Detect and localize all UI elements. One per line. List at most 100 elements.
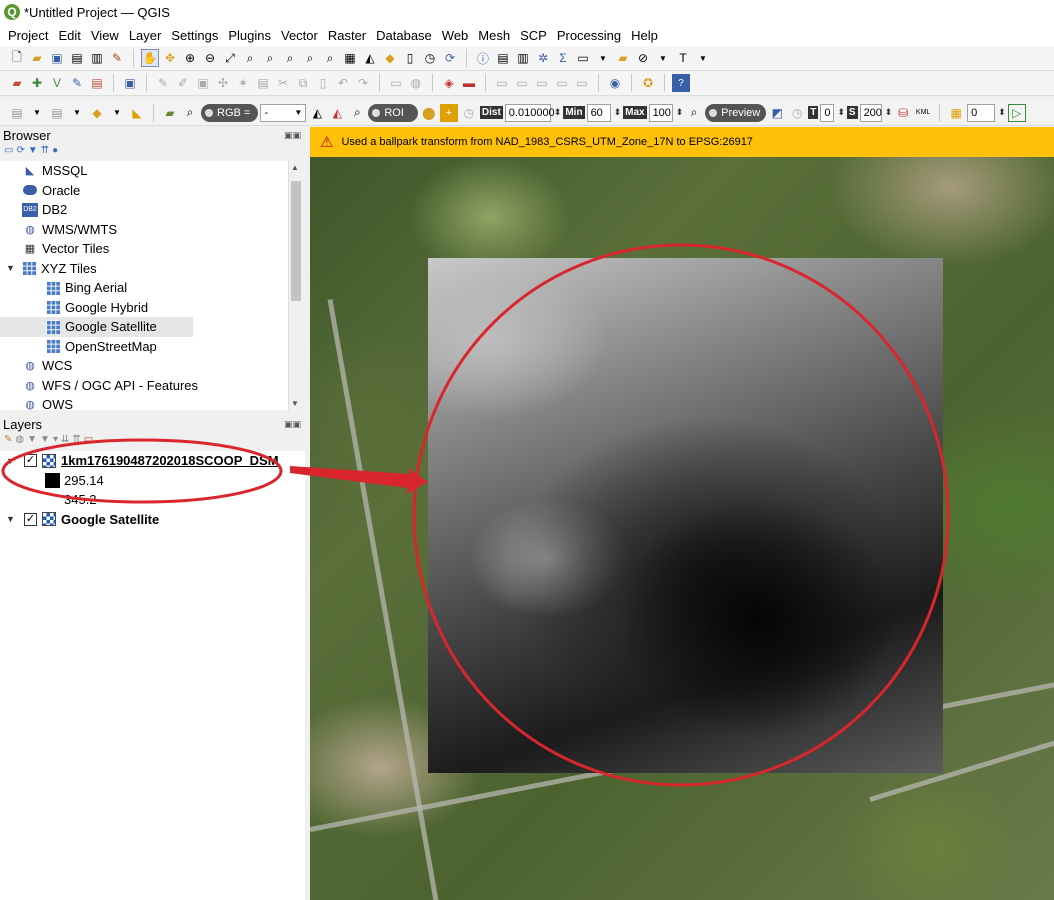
rgb-toggle[interactable]: RGB = [201,103,259,122]
spinner-icon[interactable]: ⬍ [554,107,562,118]
label-rotate-icon[interactable]: ▭ [513,74,531,92]
browser-item-xyz-tiles[interactable]: ▼ XYZ Tiles [0,259,288,279]
new-print-layout-icon[interactable]: ▤ [68,49,86,67]
scp-bookmark-icon[interactable]: ◣ [128,104,146,122]
zoom-selection-icon[interactable]: ⌕ [241,49,259,67]
roi-redo-icon[interactable]: ◷ [460,104,478,122]
show-hide-labels-icon[interactable]: ▬ [460,74,478,92]
help-icon[interactable]: ? [672,74,690,92]
measure-icon[interactable]: ▭ [574,49,592,67]
new-project-icon[interactable]: 🗋 [8,49,26,67]
undo-icon[interactable]: ↶ [334,74,352,92]
temporal-controller-icon[interactable]: ◷ [421,49,439,67]
roi-toggle[interactable]: ROI [368,103,418,122]
dropdown-arrow-icon[interactable]: ▼ [694,49,712,67]
kml-icon[interactable]: KML [914,104,932,122]
browser-item-wms[interactable]: ◍ WMS/WMTS [0,220,288,240]
zoom-layer-icon[interactable]: ⌕ [261,49,279,67]
menu-project[interactable]: Project [3,28,53,43]
identify-features-icon[interactable]: ⓘ [474,49,492,67]
refresh-icon[interactable]: ⟳ [16,145,24,156]
scp-band-icon[interactable]: ▤ [48,104,66,122]
spinner-icon[interactable]: ⬍ [676,107,684,118]
next-arrow-icon[interactable]: ▷ [1007,103,1026,122]
dropdown-arrow-icon[interactable]: ▼ [594,49,612,67]
spinner-icon[interactable]: ⬍ [998,107,1006,118]
menu-web[interactable]: Web [437,28,474,43]
dist-input[interactable]: 0.010000 [504,103,555,122]
label-pin-icon[interactable]: ▭ [553,74,571,92]
toggle-editing-icon[interactable]: ✐ [174,74,192,92]
filter-icon[interactable]: ▼ [28,145,38,156]
preview-mode-icon[interactable]: ◩ [768,104,786,122]
zoom-out-icon[interactable]: ⊖ [201,49,219,67]
menu-layer[interactable]: Layer [124,28,167,43]
new-map-view-icon[interactable]: ▦ [341,49,359,67]
delete-selected-icon[interactable]: ▤ [254,74,272,92]
dropdown-arrow-icon[interactable]: ▼ [108,104,126,122]
database-icon[interactable]: ⛁ [894,104,912,122]
preview-redo-icon[interactable]: ◷ [788,104,806,122]
min-input[interactable]: 60 [586,103,611,122]
dropdown-arrow-icon[interactable]: ▼ [28,104,46,122]
spinner-icon[interactable]: ⬍ [885,107,893,118]
scroll-up-icon[interactable]: ▲ [291,163,299,172]
add-feature-icon[interactable]: ✣ [214,74,232,92]
pan-to-selection-icon[interactable]: ✥ [161,49,179,67]
menu-mesh[interactable]: Mesh [473,28,515,43]
menu-scp[interactable]: SCP [515,28,552,43]
spinner-icon[interactable]: ⬍ [614,107,622,118]
digitize-icon[interactable]: ✎ [68,74,86,92]
decorations-icon[interactable]: ⊘ [634,49,652,67]
browser-item-vector-tiles[interactable]: ▦ Vector Tiles [0,239,288,259]
zoom-native-icon[interactable]: ⌕ [281,49,299,67]
collapse-all-icon[interactable]: ⇈ [41,145,49,156]
layer-row-dsm[interactable]: ▼ ✓ 1km176190487202018SCOOP_DSM [0,451,305,471]
menu-help[interactable]: Help [626,28,663,43]
label-tool-icon[interactable]: ▭ [387,74,405,92]
pan-map-icon[interactable]: ✋ [141,49,159,67]
menu-vector[interactable]: Vector [276,28,323,43]
paste-features-icon[interactable]: ▯ [314,74,332,92]
t-input[interactable]: 0 [820,103,835,122]
menu-database[interactable]: Database [371,28,437,43]
dropdown-arrow-icon[interactable]: ▾ [53,434,58,445]
scp-zoom-roi-icon[interactable]: ⌕ [348,104,366,122]
scp-zoom-icon[interactable]: ⌕ [181,104,199,122]
layer-visibility-checkbox[interactable]: ✓ [24,512,37,526]
menu-edit[interactable]: Edit [53,28,85,43]
style-manager-icon[interactable]: ✎ [108,49,126,67]
menu-raster[interactable]: Raster [323,28,371,43]
scp-main-icon[interactable]: ▰ [161,104,179,122]
menu-plugins[interactable]: Plugins [223,28,276,43]
open-attribute-table-icon[interactable]: ▤ [494,49,512,67]
band-calc-icon[interactable]: ▦ [947,104,965,122]
zoom-last-icon[interactable]: ⌕ [301,49,319,67]
dropdown-arrow-icon[interactable]: ▼ [68,104,86,122]
zoom-full-icon[interactable]: ⤢ [221,49,239,67]
max-input[interactable]: 100 [648,103,673,122]
field-calculator-icon[interactable]: ▥ [514,49,532,67]
scp-layer-icon[interactable]: ▤ [8,104,26,122]
virtual-layer-icon[interactable]: ▣ [121,74,139,92]
browser-item-google-hybrid[interactable]: Google Hybrid [0,298,288,318]
bookmark-icon[interactable]: ◆ [381,49,399,67]
add-selected-icon[interactable]: ▭ [4,145,13,156]
open-project-icon[interactable]: ▰ [28,49,46,67]
menu-settings[interactable]: Settings [166,28,223,43]
add-vector-layer-icon[interactable]: V [48,74,66,92]
browser-item-ows[interactable]: ◍ OWS [0,395,288,410]
diagram-tool-icon[interactable]: ◈ [440,74,458,92]
dropdown-arrow-icon[interactable]: ▼ [654,49,672,67]
map-tips-icon[interactable]: ▰ [614,49,632,67]
dock-buttons-icon[interactable]: ▣▣ [284,130,305,141]
expand-all-icon[interactable]: ⇊ [61,434,69,445]
browser-item-wcs[interactable]: ◍ WCS [0,356,288,376]
label-change-icon[interactable]: ▭ [533,74,551,92]
expanded-arrow-icon[interactable]: ▼ [6,514,24,524]
save-edits-icon[interactable]: ▣ [194,74,212,92]
scp-stretch2-icon[interactable]: ◭ [328,104,346,122]
redo-icon[interactable]: ↷ [354,74,372,92]
roi-add-icon[interactable]: + [439,103,458,122]
properties-icon[interactable]: ● [52,145,58,156]
